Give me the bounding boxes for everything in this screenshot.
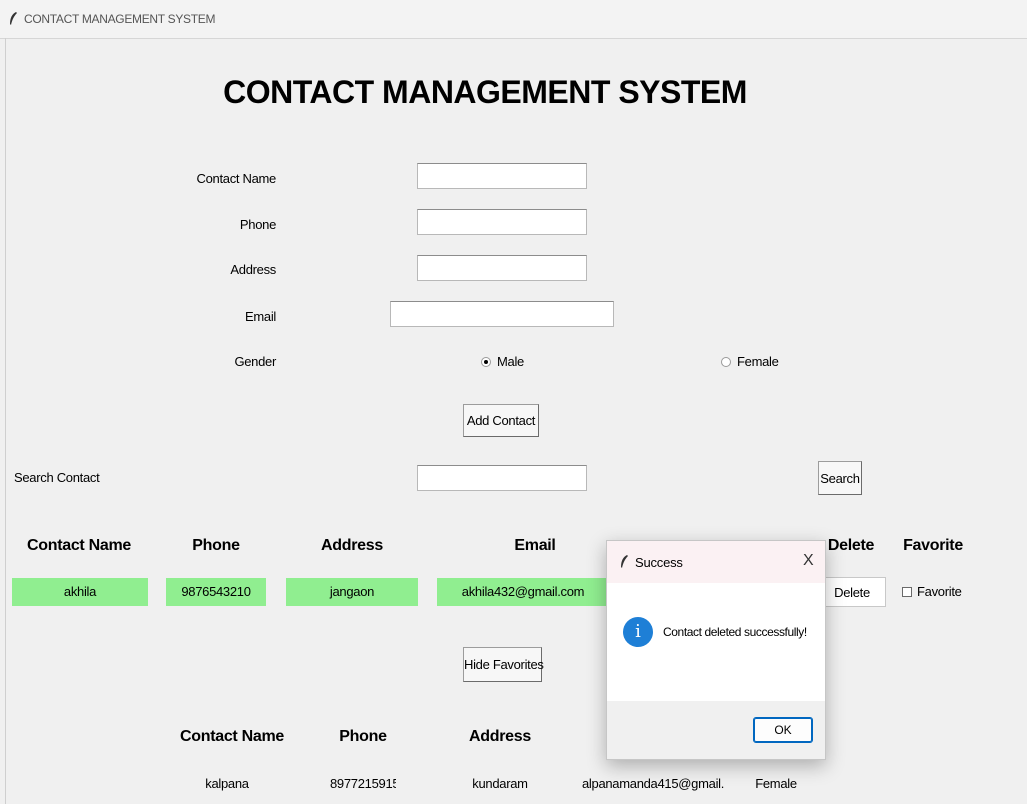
gender-female-radio[interactable]: Female [721, 354, 779, 369]
fav-row-gender: Female [755, 776, 797, 791]
header-delete: Delete [827, 537, 875, 554]
search-contact-label: Search Contact [14, 470, 100, 485]
search-button[interactable]: Search [818, 461, 862, 495]
fav-header-contact-name: Contact Name [180, 728, 284, 745]
fav-row-address: kundaram [472, 776, 528, 791]
checkbox-icon [902, 587, 912, 597]
window-titlebar: CONTACT MANAGEMENT SYSTEM [0, 0, 1027, 39]
fav-row-email: alpanamanda415@gmail.coi [582, 776, 724, 791]
dialog-title: Success [635, 555, 683, 570]
header-favorite: Favorite [903, 537, 963, 554]
phone-field[interactable] [417, 209, 587, 235]
page-title: CONTACT MANAGEMENT SYSTEM [223, 74, 747, 110]
header-email: Email [514, 537, 556, 554]
row-address-cell: jangaon [286, 578, 418, 606]
radio-selected-icon [481, 357, 491, 367]
hide-favorites-button[interactable]: Hide Favorites [463, 647, 544, 682]
feather-icon [621, 555, 628, 568]
close-icon[interactable]: X [803, 552, 814, 570]
fav-row-phone: 8977215915 [330, 776, 396, 791]
favorite-checkbox-label: Favorite [917, 584, 962, 599]
success-dialog: Success X i Contact deleted successfully… [606, 540, 826, 760]
dialog-titlebar: Success X [607, 541, 825, 583]
feather-icon [10, 12, 17, 25]
dialog-message: Contact deleted successfully! [663, 625, 807, 639]
search-input[interactable] [417, 465, 587, 491]
header-phone: Phone [192, 537, 240, 554]
favorite-checkbox[interactable]: Favorite [902, 584, 962, 599]
row-email-cell: akhila432@gmail.com [437, 578, 609, 606]
delete-button[interactable]: Delete [818, 577, 886, 607]
address-label: Address [230, 262, 276, 277]
gender-label: Gender [234, 354, 276, 369]
row-phone-cell: 9876543210 [166, 578, 266, 606]
email-label: Email [244, 309, 276, 324]
gender-female-label: Female [737, 354, 779, 369]
add-contact-button[interactable]: Add Contact [463, 404, 539, 437]
fav-header-phone: Phone [339, 728, 387, 745]
info-icon: i [623, 617, 653, 647]
row-name-cell: akhila [12, 578, 148, 606]
header-address: Address [321, 537, 383, 554]
address-field[interactable] [417, 255, 587, 281]
email-field[interactable] [390, 301, 614, 327]
phone-label: Phone [239, 217, 276, 232]
fav-row-name: kalpana [205, 776, 249, 791]
contact-name-field[interactable] [417, 163, 587, 189]
radio-unselected-icon [721, 357, 731, 367]
gender-male-label: Male [497, 354, 524, 369]
contact-name-label: Contact Name [196, 171, 277, 186]
window-left-border [5, 38, 6, 804]
window-title: CONTACT MANAGEMENT SYSTEM [24, 12, 216, 26]
ok-button[interactable]: OK [753, 717, 813, 743]
gender-male-radio[interactable]: Male [481, 354, 524, 369]
header-contact-name: Contact Name [27, 537, 131, 554]
fav-header-address: Address [469, 728, 531, 745]
